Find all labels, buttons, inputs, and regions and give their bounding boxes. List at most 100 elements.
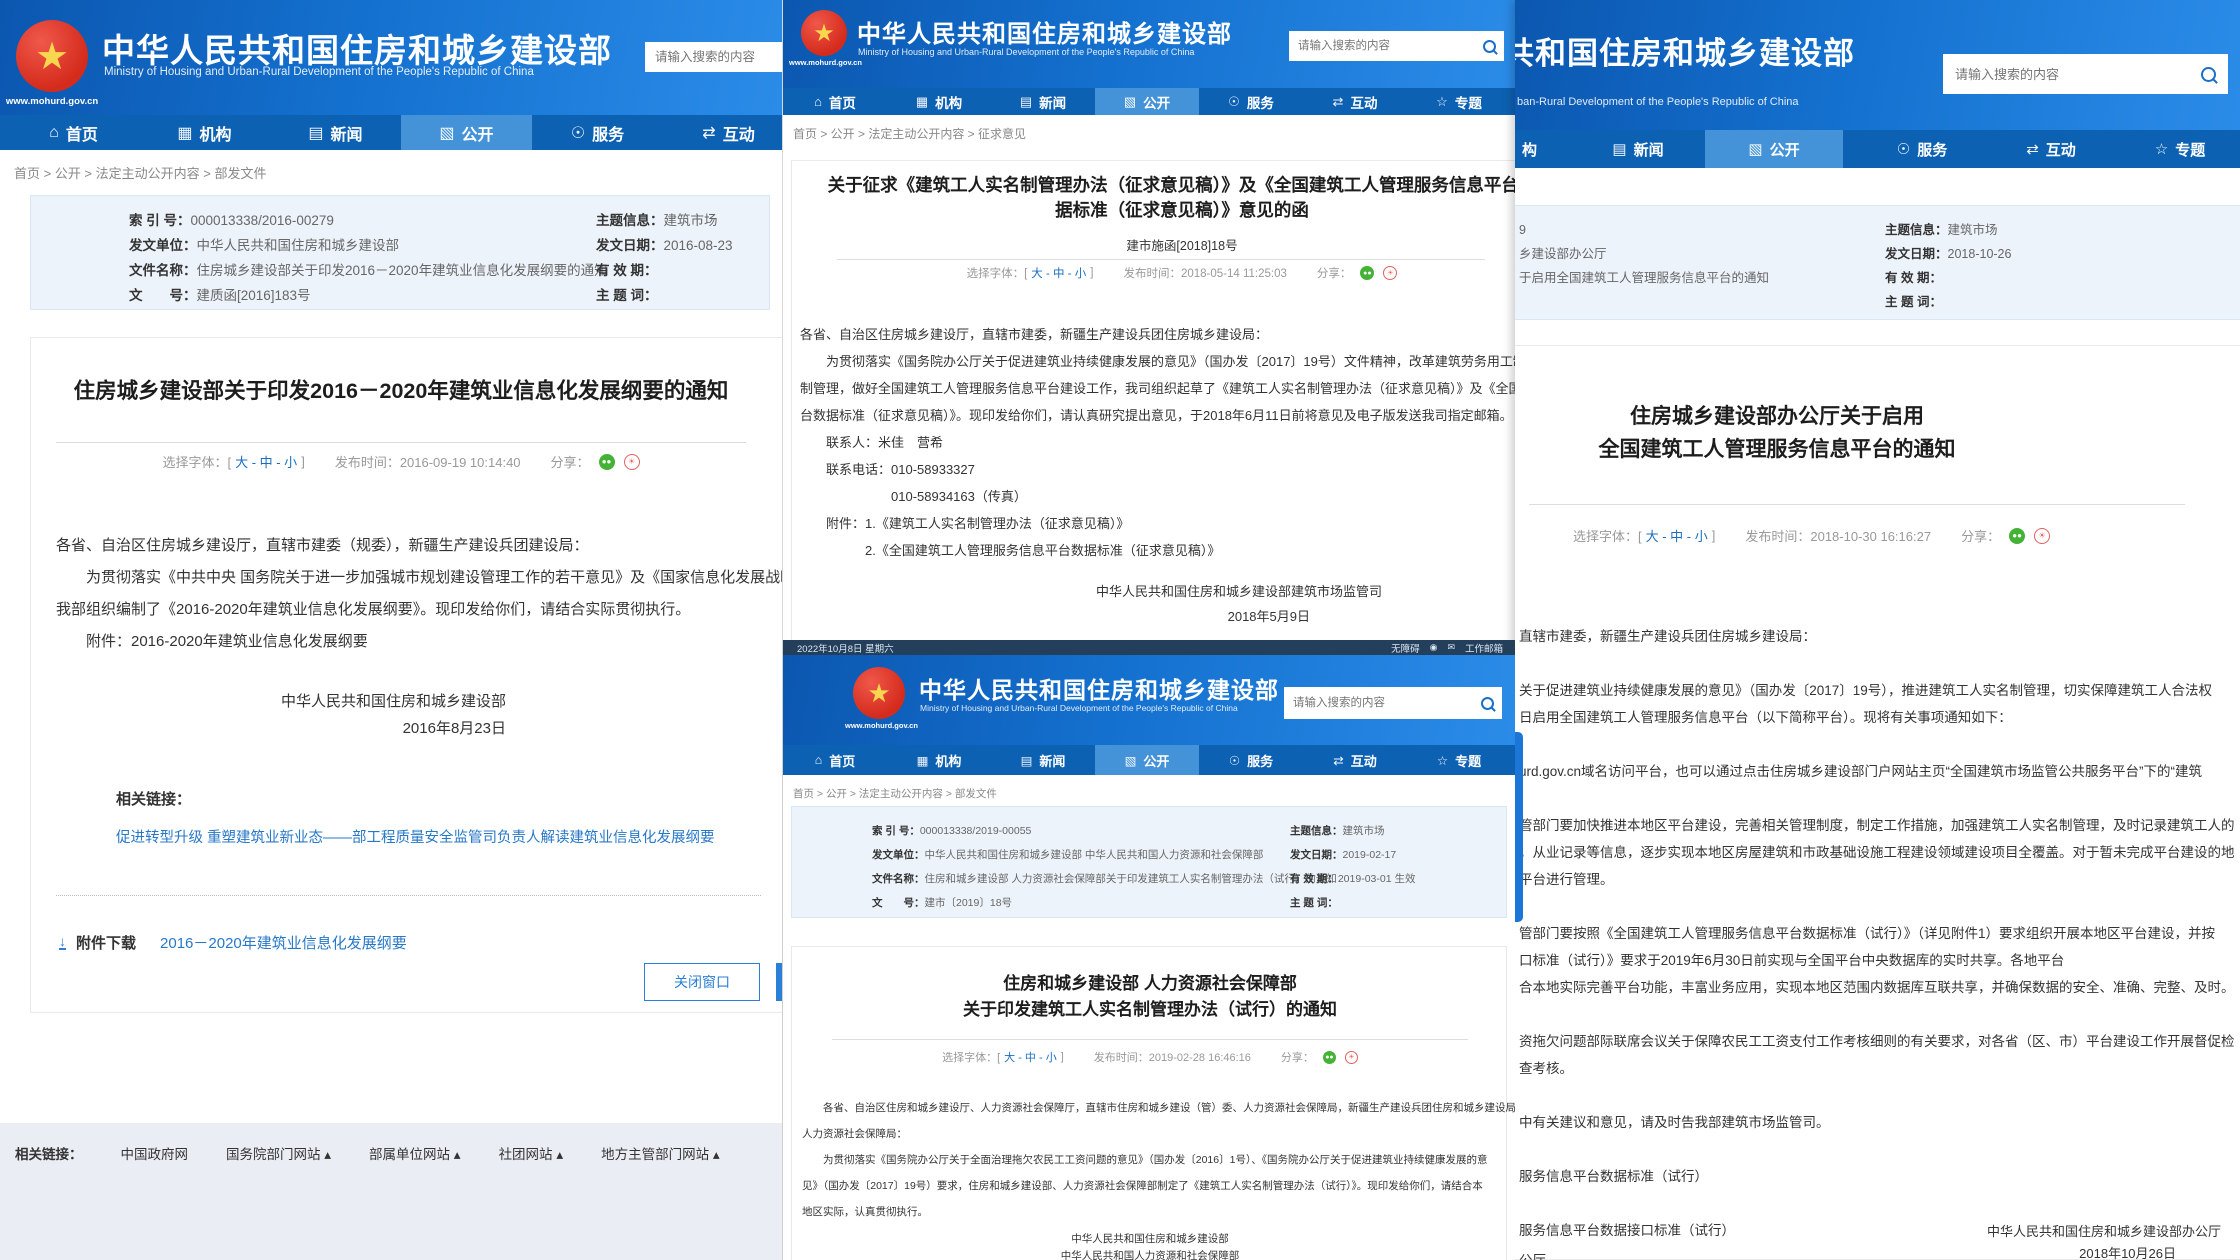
doc-body-line: 中有关建议和意见，请及时告我部建筑市场监管司。 <box>1519 1109 2235 1136</box>
nav-item[interactable]: ▧公开 <box>1705 130 1843 168</box>
search-icon[interactable] <box>1483 40 1496 53</box>
font-size-options[interactable]: 大 - 中 - 小 <box>1646 526 1708 545</box>
related-article-link[interactable]: 促进转型升级 重塑建筑业新业态——部工程质量安全监管司负责人解读建筑业信息化发展… <box>116 826 715 847</box>
doc-body-line: 管部门要加快推进本地区平台建设，完善相关管理制度，制定工作措施，加强建筑工人实名… <box>1519 812 2235 839</box>
font-size-options[interactable]: 大 - 中 - 小 <box>1004 1049 1057 1065</box>
nav-item[interactable]: ⇄互动 <box>1303 88 1407 115</box>
national-emblem-logo: ★ <box>16 20 88 92</box>
search-box[interactable] <box>1284 687 1502 719</box>
nav-item[interactable]: 构 <box>1515 130 1551 168</box>
close-window-button[interactable]: 关闭窗口 <box>644 963 760 1001</box>
wechat-share-icon[interactable]: ●● <box>2009 528 2025 544</box>
search-input[interactable] <box>1289 39 1475 53</box>
footer-link-dropdown[interactable]: 地方主管部门网站 ▴ <box>601 1143 720 1163</box>
nav-item[interactable]: ⇄互动 <box>2006 130 2096 168</box>
org-icon: ▦ <box>177 123 192 143</box>
weibo-share-icon[interactable]: ☀ <box>2034 528 2050 544</box>
wechat-share-icon[interactable]: ●● <box>1323 1051 1336 1064</box>
search-box[interactable] <box>1289 31 1504 61</box>
footer-link-dropdown[interactable]: 部属单位网站 ▴ <box>369 1143 461 1163</box>
meta-row: 主 题 词： <box>596 283 733 308</box>
doc-body-line: 为贯彻落实《国务院办公厅关于全面治理拖欠农民工工资问题的意见》（国办发〔2016… <box>802 1147 1515 1173</box>
weibo-share-icon[interactable]: ☀ <box>1345 1051 1358 1064</box>
floating-widget-partial[interactable] <box>1515 732 1523 922</box>
nav-item[interactable]: ⌂首页 <box>783 745 887 775</box>
weibo-share-icon[interactable]: ☀ <box>624 454 640 470</box>
interact-icon: ⇄ <box>2026 140 2039 158</box>
weibo-share-icon[interactable]: ☀ <box>1383 266 1397 280</box>
wechat-share-icon[interactable]: ●● <box>599 454 615 470</box>
nav-item[interactable]: ☉服务 <box>1199 745 1303 775</box>
attachment-link[interactable]: 2016－2020年建筑业信息化发展纲要 <box>160 932 407 953</box>
site-subtitle: Ministry of Housing and Urban-Rural Deve… <box>858 47 1194 57</box>
search-box[interactable] <box>1943 54 2228 94</box>
site-header: ★ www.mohurd.gov.cn 中华人民共和国住房和城乡建设部 Mini… <box>0 0 782 115</box>
font-size-publish-row: 选择字体：[大 - 中 - 小] 发布时间：2018-10-30 16:16:2… <box>1573 526 2050 545</box>
document-card: 关于征求《建筑工人实名制管理办法（征求意见稿）》及《全国建筑工人管理服务信息平台… <box>791 160 1515 640</box>
footer-link-dropdown[interactable]: 国务院部门网站 ▴ <box>226 1143 331 1163</box>
wechat-share-icon[interactable]: ●● <box>1360 266 1374 280</box>
home-icon: ⌂ <box>815 753 823 767</box>
nav-item[interactable]: ☉服务 <box>1877 130 1967 168</box>
footer-link-dropdown[interactable]: 社团网站 ▴ <box>499 1143 564 1163</box>
work-mail-link[interactable]: 工作邮箱 <box>1465 641 1503 655</box>
org-icon: ▦ <box>916 94 928 110</box>
meta-row: 主 题 词： <box>1290 891 1415 915</box>
nav-item[interactable]: ▧公开 <box>1095 745 1199 775</box>
nav-item-label: 机构 <box>200 121 232 145</box>
nav-item[interactable]: ▤新闻 <box>270 115 401 150</box>
nav-item[interactable]: ▤新闻 <box>991 745 1095 775</box>
nav-item-label: 专题 <box>1455 92 1482 112</box>
nav-item[interactable]: ☆专题 <box>1407 745 1511 775</box>
clipped-text-fragment: 公厅。 <box>1519 1249 1560 1260</box>
meta-right-column: 主题信息：建筑市场发文日期：2016-08-23有 效 期：主 题 词： <box>596 208 733 308</box>
nav-item[interactable]: ⌂首页 <box>783 88 887 115</box>
meta-row: 文件名称：住房城乡建设部关于印发2016－2020年建筑业信息化发展纲要的通知 <box>129 258 608 283</box>
doc-body-line: 口标准（试行）》要求于2019年6月30日前实现与全国平台中央数据库的实时共享。… <box>1519 947 2235 974</box>
nav-item[interactable]: ▦ 机构 <box>887 88 991 115</box>
document-meta-card: 9乡建设部办公厅于启用全国建筑工人管理服务信息平台的通知 主题信息：建筑市场发文… <box>1515 205 2240 320</box>
search-box[interactable] <box>645 42 782 72</box>
nav-item[interactable]: ⇄互动 <box>1303 745 1407 775</box>
document-card: 住房和城乡建设部 人力资源社会保障部 关于印发建筑工人实名制管理办法（试行）的通… <box>791 946 1507 1260</box>
search-icon[interactable] <box>2201 67 2216 82</box>
accessibility-link[interactable]: 无障碍 <box>1391 641 1420 655</box>
footer-link-dropdown[interactable]: 中国政府网 <box>121 1143 189 1163</box>
nav-item[interactable]: ▧公开 <box>1095 88 1199 115</box>
search-input[interactable] <box>1943 66 2189 83</box>
share-label: 分享： <box>1281 1049 1314 1065</box>
search-input[interactable] <box>645 49 782 65</box>
service-icon: ☉ <box>571 123 585 143</box>
breadcrumb[interactable]: 首页 > 公开 > 法定主动公开内容 > 征求意见 <box>793 125 1026 142</box>
nav-item[interactable]: ▤新闻 <box>991 88 1095 115</box>
doc-body-line: 我部组织编制了《2016-2020年建筑业信息化发展纲要》。现印发给你们，请结合… <box>56 594 782 626</box>
nav-item-label: 机构 <box>935 92 962 112</box>
nav-item[interactable]: ☆专题 <box>1407 88 1511 115</box>
nav-item[interactable]: ☉服务 <box>532 115 663 150</box>
doc-body-line: 附件：2016-2020年建筑业信息化发展纲要 <box>56 626 782 658</box>
nav-item[interactable]: ☉服务 <box>1199 88 1303 115</box>
breadcrumb[interactable]: 首页 > 公开 > 法定主动公开内容 > 部发文件 <box>793 786 997 801</box>
nav-item[interactable]: ▧公开 <box>401 115 532 150</box>
care-mode-icon[interactable]: ◉ <box>1430 642 1438 653</box>
nav-item[interactable]: ▤新闻 <box>1593 130 1683 168</box>
topic-icon: ☆ <box>1437 753 1448 768</box>
doc-body-line: 合本地实际完善平台功能，丰富业务应用，实现本地区范围内数据库互联共享，并确保数据… <box>1519 974 2235 1001</box>
meta-row: 主题信息：建筑市场 <box>1290 819 1415 843</box>
nav-item[interactable]: ⇄互动 <box>663 115 782 150</box>
nav-item-label: 服务 <box>1247 92 1274 112</box>
main-nav: ⌂首页 ▦ 机构 ▤新闻▧公开☉服务⇄互动☆专题 <box>783 88 1515 115</box>
nav-item[interactable]: ▦ 机构 <box>139 115 270 150</box>
nav-item[interactable]: ▦机构 <box>887 745 991 775</box>
nav-item[interactable]: ⌂首页 <box>8 115 139 150</box>
news-icon: ▤ <box>1020 94 1032 110</box>
search-input[interactable] <box>1284 696 1473 710</box>
breadcrumb[interactable]: 首页 > 公开 > 法定主动公开内容 > 部发文件 <box>14 163 266 182</box>
meta-left-column: 索 引 号：000013338/2016-00279发文单位：中华人民共和国住房… <box>129 208 608 308</box>
search-icon[interactable] <box>1481 697 1494 710</box>
nav-item[interactable]: ☆专题 <box>2135 130 2225 168</box>
font-size-options[interactable]: 大 - 中 - 小 <box>235 452 297 471</box>
site-subtitle: Ministry of Housing and Urban-Rural Deve… <box>104 66 534 78</box>
font-size-options[interactable]: 大 - 中 - 小 <box>1031 265 1086 281</box>
nav-item-label: 互动 <box>1350 92 1377 112</box>
